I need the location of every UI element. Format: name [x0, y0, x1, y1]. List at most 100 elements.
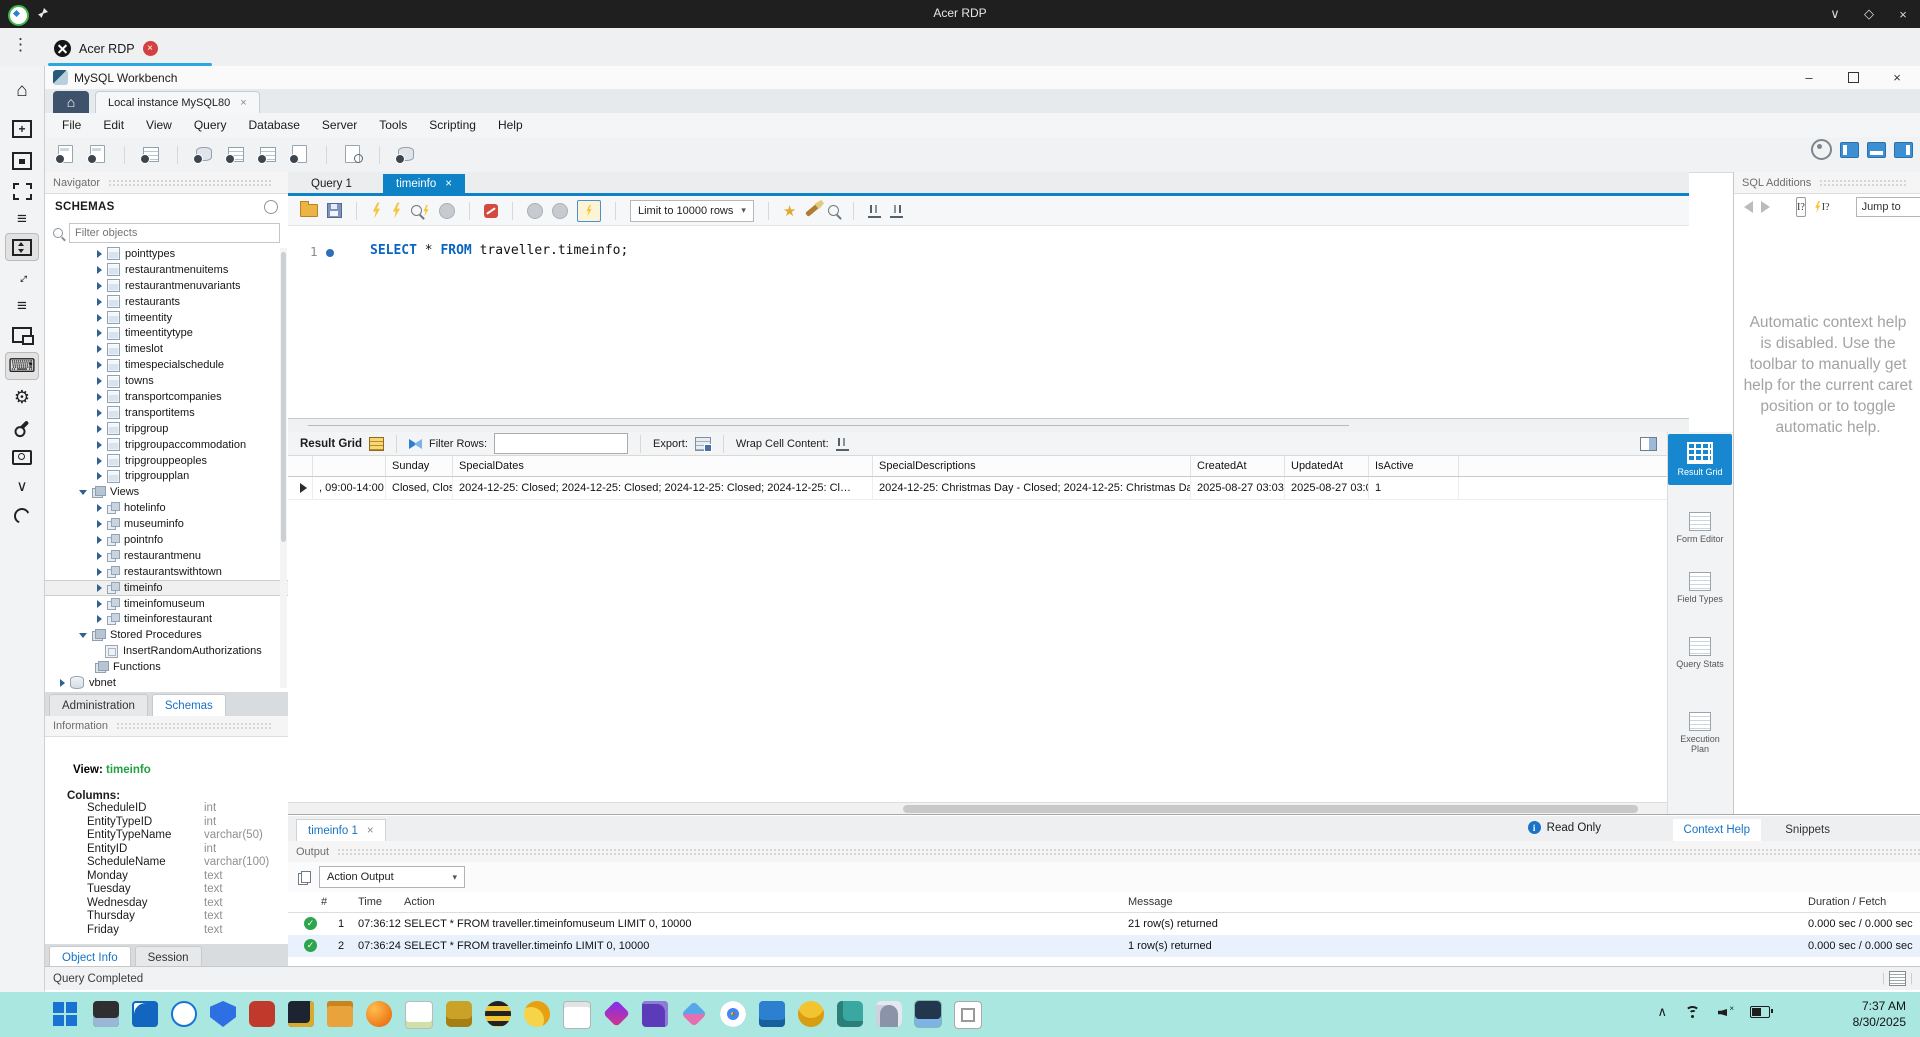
expand-arrow-icon[interactable]	[97, 520, 102, 529]
start-button-icon[interactable]	[52, 1001, 80, 1029]
column-header-createdat[interactable]: CreatedAt	[1191, 456, 1285, 476]
cell-specialdates[interactable]: 2024-12-25: Closed; 2024-12-25: Closed; …	[453, 477, 873, 499]
save-script-icon[interactable]	[327, 203, 342, 218]
filter-objects-input[interactable]	[69, 223, 280, 243]
action-output-select[interactable]: Action Output ▾	[319, 866, 465, 888]
back-arrow-icon[interactable]	[1744, 201, 1753, 213]
cell-isactive[interactable]: 1	[1369, 477, 1459, 499]
tree-item[interactable]: tripgrouppeoples	[45, 453, 288, 469]
open-file-icon[interactable]	[300, 201, 318, 217]
expand-arrow-icon[interactable]	[97, 408, 102, 417]
query-stats-button[interactable]: Query Stats	[1671, 637, 1729, 669]
tree-item[interactable]: tripgroup	[45, 421, 288, 437]
home-icon[interactable]: ⌂	[0, 78, 44, 104]
search-objects-icon[interactable]	[342, 145, 364, 164]
expand-arrow-icon[interactable]	[97, 599, 102, 608]
cell[interactable]: , 09:00-14:00	[313, 477, 386, 499]
expand-arrow-icon[interactable]	[97, 472, 102, 481]
output-row[interactable]: ✓ 1 07:36:12 SELECT * FROM traveller.tim…	[288, 913, 1920, 935]
expand-arrow-icon[interactable]	[97, 456, 102, 465]
tab-session[interactable]: Session	[134, 946, 202, 968]
expand-arrow-icon[interactable]	[97, 551, 102, 560]
expand-arrow-icon[interactable]	[97, 535, 102, 544]
execution-plan-button[interactable]: Execution Plan	[1671, 712, 1729, 754]
limit-rows-select[interactable]: Limit to 10000 rows ▾	[630, 199, 754, 222]
close-tab-icon[interactable]: ×	[367, 825, 374, 837]
taskbar-app-icon-terminal[interactable]	[288, 1001, 314, 1027]
tab-timeinfo-1[interactable]: timeinfo 1 ×	[296, 819, 386, 842]
beautify-query-icon[interactable]	[805, 204, 820, 217]
tree-item[interactable]: pointnfo	[45, 532, 288, 548]
expand-arrow-icon[interactable]	[97, 265, 102, 274]
toggle-autocommit-icon[interactable]	[577, 199, 601, 222]
tab-schemas[interactable]: Schemas	[151, 694, 226, 716]
toggle-secondary-panel-icon[interactable]	[1894, 141, 1913, 158]
firefox-icon[interactable]	[366, 1001, 392, 1027]
field-types-button[interactable]: Field Types	[1671, 572, 1729, 604]
create-procedure-icon[interactable]	[289, 145, 311, 164]
tree-item[interactable]: timeentity	[45, 310, 288, 326]
toggle-stop-on-error-icon[interactable]	[484, 203, 498, 218]
tree-item[interactable]: timeslot	[45, 341, 288, 357]
visual-studio-icon[interactable]	[642, 1001, 668, 1027]
tree-item[interactable]: transportitems	[45, 405, 288, 421]
fullscreen-icon[interactable]	[0, 178, 44, 204]
expand-arrow-icon[interactable]	[97, 392, 102, 401]
remote-tab-acer-rdp[interactable]: Acer RDP ×	[44, 31, 216, 66]
wrap-text-icon[interactable]	[890, 203, 904, 218]
expand-arrow-icon[interactable]	[97, 249, 102, 258]
taskbar-app-icon-file-explorer[interactable]	[93, 1001, 119, 1027]
tab-query-1[interactable]: Query 1	[298, 174, 365, 193]
result-row[interactable]: , 09:00-14:00 Closed, Closed 2024-12-25:…	[288, 477, 1667, 500]
filter-rows-input[interactable]	[494, 433, 629, 454]
find-icon[interactable]	[828, 205, 840, 216]
column-header-updatedat[interactable]: UpdatedAt	[1285, 456, 1369, 476]
close-tab-icon[interactable]: ×	[445, 178, 452, 190]
row-marker[interactable]	[288, 477, 313, 499]
expand-arrow-icon[interactable]	[60, 678, 65, 687]
connection-tab[interactable]: Local instance MySQL80 ×	[95, 91, 260, 114]
taskbar-app-icon-remote-desktop[interactable]	[759, 1001, 785, 1027]
tab-administration[interactable]: Administration	[49, 694, 148, 716]
cell-updatedat[interactable]: 2025-08-27 03:04:53	[1285, 477, 1369, 499]
tree-item[interactable]: restaurantswithtown	[45, 564, 288, 580]
export-icon[interactable]	[694, 436, 712, 452]
create-view-icon[interactable]	[257, 145, 279, 164]
tab-context-help[interactable]: Context Help	[1672, 819, 1761, 841]
close-tab-icon[interactable]: ×	[142, 41, 158, 56]
stop-execution-icon[interactable]	[439, 202, 455, 219]
multi-monitor-icon[interactable]	[0, 322, 44, 348]
tree-item[interactable]: restaurants	[45, 294, 288, 310]
taskbar-clock[interactable]: 7:37 AM 8/30/2025	[1853, 998, 1906, 1030]
tree-item[interactable]: timeentitytype	[45, 325, 288, 341]
tree-group-stored-procedures[interactable]: Stored Procedures	[45, 627, 288, 643]
tree-item[interactable]: museuminfo	[45, 516, 288, 532]
execute-script-icon[interactable]	[372, 202, 381, 219]
column-header-isactive[interactable]: IsActive	[1369, 456, 1459, 476]
form-view-icon[interactable]	[1889, 971, 1906, 986]
settings-gears-icon[interactable]: ⚙	[0, 384, 44, 410]
taskbar-app-icon-notepad[interactable]	[405, 1001, 433, 1029]
expand-arrow-icon[interactable]	[97, 345, 102, 354]
collapse-arrow-icon[interactable]	[79, 632, 87, 638]
menu-lines2-icon[interactable]: ≡	[0, 293, 44, 319]
taskbar-app-icon-contacts[interactable]	[876, 1001, 902, 1027]
tree-item[interactable]: pointtypes	[45, 246, 288, 262]
tools-wrench-icon[interactable]	[0, 414, 44, 440]
windows-security-shield-icon[interactable]	[210, 1001, 236, 1027]
expand-arrow-icon[interactable]	[97, 281, 102, 290]
tree-item[interactable]: tripgroupplan	[45, 468, 288, 484]
cell-specialdescriptions[interactable]: 2024-12-25: Christmas Day - Closed; 2024…	[873, 477, 1191, 499]
menu-file[interactable]: File	[51, 118, 92, 132]
menu-scripting[interactable]: Scripting	[418, 118, 487, 132]
chrome-icon[interactable]	[720, 1001, 746, 1027]
expand-arrow-icon[interactable]	[97, 297, 102, 306]
tree-item-timeinfo-selected[interactable]: timeinfo	[45, 579, 288, 596]
tree-item[interactable]: restaurantmenuvariants	[45, 278, 288, 294]
focus-region-icon[interactable]	[0, 148, 44, 174]
taskbar-app-icon-red[interactable]	[249, 1001, 275, 1027]
column-header-specialdates[interactable]: SpecialDates	[453, 456, 873, 476]
open-sql-script-icon[interactable]	[87, 145, 109, 164]
rollback-icon[interactable]	[552, 202, 568, 219]
create-table-icon[interactable]	[225, 145, 247, 164]
